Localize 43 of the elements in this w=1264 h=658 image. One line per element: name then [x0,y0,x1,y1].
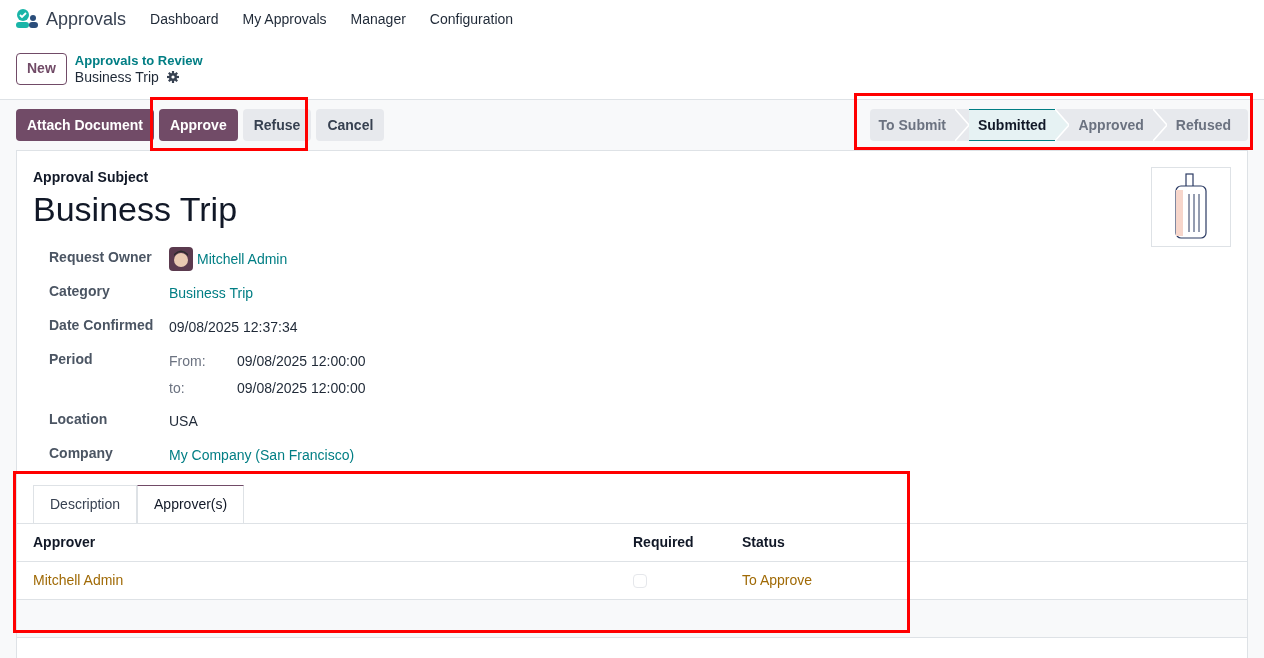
field-value: USA [169,412,198,431]
record-title: Business Trip [74,68,159,85]
table-cell-text: To Approve [742,571,814,590]
menu-item[interactable]: My Approvals [242,8,327,30]
app-logo-icon [16,9,38,29]
app-name[interactable]: Approvals [46,5,127,33]
menu-item[interactable]: Manager [350,8,406,30]
menu-item[interactable]: Configuration [429,8,514,30]
field-label: Location [49,410,109,429]
settings-icon[interactable] [166,70,179,83]
user-link[interactable]: Mitchell Admin [197,248,288,270]
field-label: Company [49,444,114,463]
avatar-icon [169,247,193,271]
new-button[interactable]: New [16,52,67,85]
column-header[interactable]: Status [742,532,1231,553]
range-label: to: [169,379,186,398]
subject-title: Business Trip [33,189,238,230]
action-button[interactable]: Approve [158,109,238,141]
breadcrumb-link[interactable]: Approvals to Review [74,52,203,69]
notebook-tab[interactable]: Approver(s) [137,485,245,523]
chevron-icon [1152,109,1167,141]
field-label: Request Owner [49,248,153,267]
action-button[interactable]: Attach Document [16,109,154,141]
field-value: 09/08/2025 12:00:00 [237,379,366,398]
column-header[interactable]: Approver [33,532,633,553]
table-cell-text: Mitchell Admin [33,571,125,590]
status-stage[interactable]: Approved [1069,109,1153,141]
field-value: 09/08/2025 12:37:34 [169,318,298,337]
field-label: Approval Subject [33,168,150,187]
field-link[interactable]: Business Trip [169,281,254,304]
field-label: Period [49,350,94,369]
checkbox[interactable] [633,573,647,588]
field-value: 09/08/2025 12:00:00 [237,352,366,371]
field-label: Category [49,282,111,301]
column-header[interactable]: Required [633,532,742,553]
field-link[interactable]: My Company (San Francisco) [169,443,355,466]
field-label: Date Confirmed [49,316,155,335]
range-label: From: [169,352,207,371]
status-stage[interactable]: To Submit [869,109,955,141]
menu-item[interactable]: Dashboard [150,8,219,30]
action-button[interactable]: Cancel [316,109,385,141]
action-button[interactable]: Refuse [242,109,312,141]
status-stage[interactable]: Refused [1166,109,1240,141]
